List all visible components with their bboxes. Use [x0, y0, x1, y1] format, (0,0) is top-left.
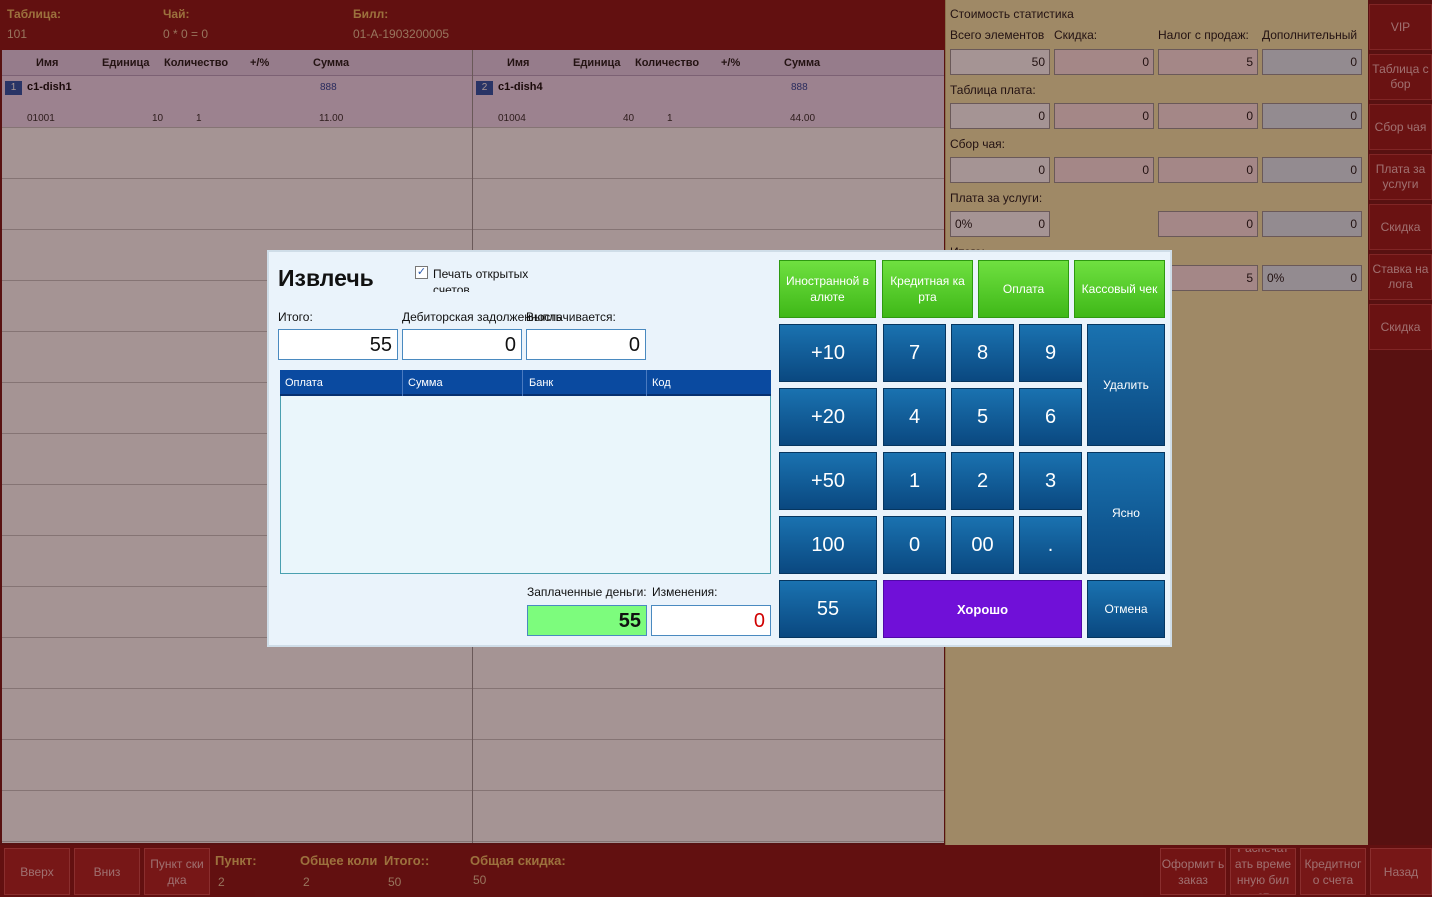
th-divider: [402, 370, 403, 396]
total-field[interactable]: 55: [278, 329, 398, 360]
cancel-button[interactable]: Отмена: [1087, 580, 1165, 638]
change-label: Изменения:: [652, 585, 718, 599]
delete-button[interactable]: Удалить: [1087, 324, 1165, 446]
key-plus-50[interactable]: +50: [779, 452, 877, 510]
th-amount: Сумма: [408, 377, 443, 389]
key-plus-10[interactable]: +10: [779, 324, 877, 382]
key-6[interactable]: 6: [1019, 388, 1082, 446]
debt-field[interactable]: 0: [402, 329, 522, 360]
key-9[interactable]: 9: [1019, 324, 1082, 382]
key-2[interactable]: 2: [951, 452, 1014, 510]
print-open-bills-checkbox[interactable]: ✓: [415, 266, 428, 279]
ok-button[interactable]: Хорошо: [883, 580, 1082, 638]
paying-field[interactable]: 0: [526, 329, 646, 360]
payments-table-body[interactable]: [280, 396, 771, 574]
th-divider: [646, 370, 647, 396]
dialog-title: Извлечь: [278, 265, 374, 291]
foreign-currency-button[interactable]: Иностранной в алюте: [779, 260, 876, 318]
th-code: Код: [652, 377, 671, 389]
key-3[interactable]: 3: [1019, 452, 1082, 510]
th-bank: Банк: [529, 377, 554, 389]
th-payment: Оплата: [285, 377, 323, 389]
credit-card-button[interactable]: Кредитная ка рта: [882, 260, 973, 318]
change-field[interactable]: 0: [651, 605, 771, 636]
payments-table-header: Оплата Сумма Банк Код: [280, 370, 771, 396]
cash-receipt-button[interactable]: Кассовый чек: [1074, 260, 1165, 318]
payment-button[interactable]: Оплата: [978, 260, 1069, 318]
print-open-bills-label: Печать открытых счетов: [433, 267, 529, 292]
key-00[interactable]: 00: [951, 516, 1014, 574]
key-7[interactable]: 7: [883, 324, 946, 382]
key-5[interactable]: 5: [951, 388, 1014, 446]
clear-button[interactable]: Ясно: [1087, 452, 1165, 574]
key-dot[interactable]: .: [1019, 516, 1082, 574]
key-8[interactable]: 8: [951, 324, 1014, 382]
key-100[interactable]: 100: [779, 516, 877, 574]
paid-money-field[interactable]: 55: [527, 605, 647, 636]
paid-money-label: Заплаченные деньги:: [527, 585, 647, 599]
key-1[interactable]: 1: [883, 452, 946, 510]
th-divider: [522, 370, 523, 396]
key-4[interactable]: 4: [883, 388, 946, 446]
paying-label: Выплачивается:: [526, 310, 616, 324]
key-55[interactable]: 55: [779, 580, 877, 638]
key-plus-20[interactable]: +20: [779, 388, 877, 446]
total-label: Итого:: [278, 310, 313, 324]
key-0[interactable]: 0: [883, 516, 946, 574]
checkout-dialog: Извлечь ✓ Печать открытых счетов Итого: …: [267, 250, 1172, 647]
